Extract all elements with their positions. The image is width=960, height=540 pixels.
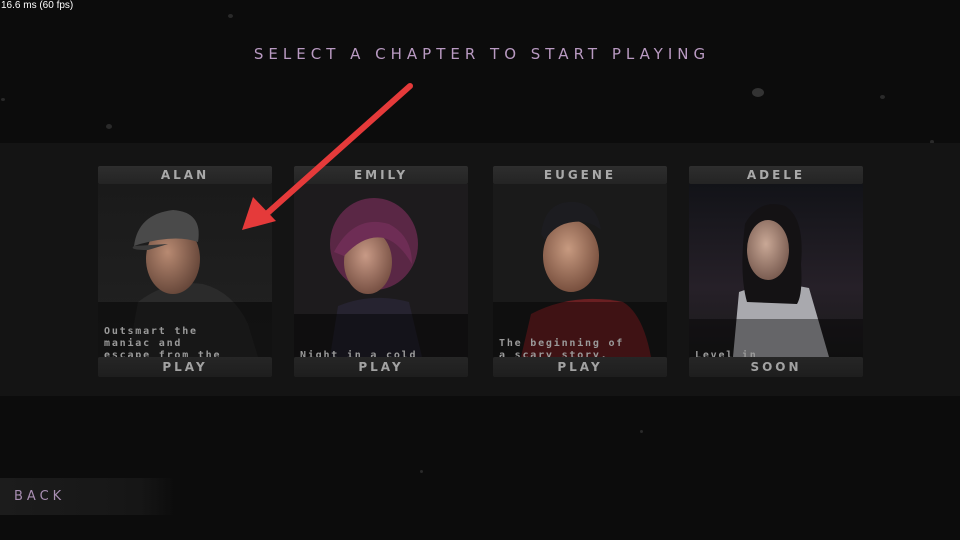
page-title: SELECT A CHAPTER TO START PLAYING xyxy=(253,45,711,63)
chapter-card-emily[interactable]: EMILY Night in a cold basement. PLAY xyxy=(294,166,468,377)
chapter-card-eugene[interactable]: EUGENE The beginning of a scary story. B… xyxy=(493,166,667,377)
fps-counter: 16.6 ms (60 fps) xyxy=(1,0,74,11)
dust-speck xyxy=(752,88,764,97)
chapter-name: EUGENE xyxy=(493,166,667,184)
chapter-portrait-eugene xyxy=(493,184,667,357)
dust-speck xyxy=(228,14,233,18)
chapter-portrait-emily xyxy=(294,184,468,357)
chapter-card-alan[interactable]: ALAN Outsmart the maniac and escape from… xyxy=(98,166,272,377)
play-button-eugene[interactable]: PLAY xyxy=(493,357,667,377)
play-button-emily[interactable]: PLAY xyxy=(294,357,468,377)
chapter-name: ADELE xyxy=(689,166,863,184)
chapter-name: EMILY xyxy=(294,166,468,184)
chapter-card-adele[interactable]: ADELE Level in development. SOON xyxy=(689,166,863,377)
dust-speck xyxy=(106,124,112,129)
chapter-portrait-adele xyxy=(689,184,863,357)
chapter-name: ALAN xyxy=(98,166,272,184)
dust-speck xyxy=(640,430,643,433)
dust-speck xyxy=(1,98,5,101)
back-button-label[interactable]: BACK xyxy=(14,489,65,504)
soon-label-adele: SOON xyxy=(689,357,863,377)
play-button-alan[interactable]: PLAY xyxy=(98,357,272,377)
dust-speck xyxy=(880,95,885,99)
dust-speck xyxy=(420,470,423,473)
